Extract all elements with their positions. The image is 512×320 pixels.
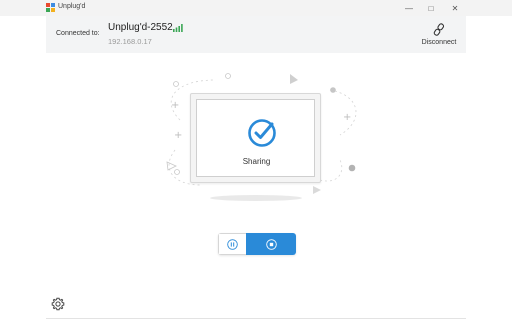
device-name: Unplug'd-2552 <box>108 22 173 33</box>
check-circle-icon <box>248 119 276 147</box>
signal-strength-icon <box>173 24 183 32</box>
maximize-icon[interactable]: □ <box>420 0 442 16</box>
disconnect-label: Disconnect <box>421 39 457 46</box>
stop-button[interactable] <box>246 233 296 255</box>
close-icon[interactable]: ✕ <box>444 0 466 16</box>
svg-text:+: + <box>343 112 351 123</box>
stop-icon <box>265 238 277 250</box>
sharing-screen-illustration: Sharing <box>190 93 321 183</box>
pause-button[interactable] <box>218 233 246 255</box>
gear-icon <box>51 297 65 311</box>
connected-to-label: Connected to: <box>56 30 100 37</box>
minimize-icon[interactable]: — <box>398 0 420 16</box>
svg-text:+: + <box>174 130 182 141</box>
pause-icon <box>227 238 238 250</box>
svg-text:+: + <box>171 100 179 111</box>
unlink-icon <box>433 23 445 36</box>
title-bar: Unplug'd — □ ✕ <box>0 0 512 16</box>
ip-address: 192.168.0.17 <box>108 37 152 46</box>
sharing-screen: Sharing <box>196 99 315 177</box>
disconnect-button[interactable]: Disconnect <box>416 22 462 50</box>
settings-button[interactable] <box>51 297 65 311</box>
window-title: Unplug'd <box>58 3 86 10</box>
connection-header: Connected to: Unplug'd-2552 192.168.0.17… <box>46 16 466 53</box>
screen-shadow <box>210 195 302 201</box>
app-logo-icon <box>46 3 55 12</box>
bottom-divider <box>46 318 466 319</box>
sharing-controls <box>218 233 296 255</box>
sharing-status: Sharing <box>242 157 271 166</box>
